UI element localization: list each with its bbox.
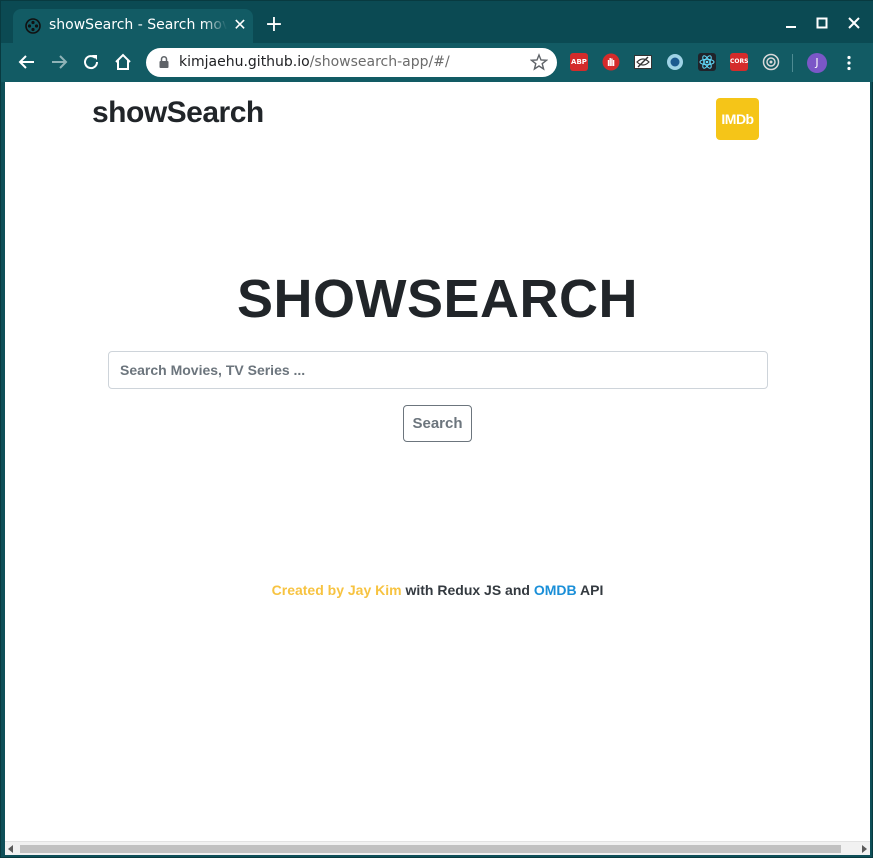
toolbar-divider <box>792 54 793 72</box>
page-viewport: showSearch IMDb SHOWSEARCH Search Create… <box>5 82 870 841</box>
home-icon[interactable] <box>112 51 134 73</box>
author-credit-link[interactable]: Created by Jay Kim <box>272 582 402 598</box>
browser-menu-icon[interactable] <box>839 53 859 73</box>
address-bar[interactable]: kimjaehu.github.io/showsearch-app/#/ <box>146 48 557 77</box>
film-reel-icon <box>25 18 41 34</box>
url-text[interactable]: kimjaehu.github.io/showsearch-app/#/ <box>179 54 450 70</box>
react-devtools-icon[interactable] <box>698 53 716 71</box>
new-tab-button[interactable]: + <box>263 14 285 36</box>
cors-icon[interactable]: CORS <box>730 53 748 71</box>
scroll-right-arrow-icon[interactable] <box>862 845 867 853</box>
circle-extension-icon[interactable] <box>666 53 684 71</box>
tab-active[interactable]: showSearch - Search movies and TV series… <box>13 9 253 43</box>
footer-credits: Created by Jay Kim with Redux JS and OMD… <box>5 582 870 598</box>
reload-icon[interactable] <box>80 51 102 73</box>
scroll-left-arrow-icon[interactable] <box>8 845 13 853</box>
target-extension-icon[interactable] <box>762 53 780 71</box>
browser-toolbar: kimjaehu.github.io/showsearch-app/#/ ABP <box>1 43 873 82</box>
back-arrow-icon[interactable] <box>16 51 38 73</box>
browser-window: showSearch - Search movies and TV series… <box>0 0 873 858</box>
eye-slash-icon[interactable] <box>634 53 652 71</box>
search-button[interactable]: Search <box>403 405 472 442</box>
tab-title: showSearch - Search movies and TV series <box>49 17 227 35</box>
forward-arrow-icon[interactable] <box>48 51 70 73</box>
brand-logo-link[interactable]: showSearch <box>92 96 264 130</box>
url-path: /showsearch-app/#/ <box>309 54 450 70</box>
tab-strip: showSearch - Search movies and TV series… <box>1 1 873 43</box>
close-window-icon[interactable] <box>842 11 866 35</box>
ublock-hand-icon[interactable] <box>602 53 620 71</box>
omdb-link[interactable]: OMDB <box>534 582 577 598</box>
tab-close-icon[interactable]: ✕ <box>231 16 249 34</box>
profile-avatar[interactable]: J <box>807 53 827 73</box>
scrollbar-thumb[interactable] <box>20 845 841 853</box>
hero-title: SHOWSEARCH <box>236 269 638 329</box>
maximize-icon[interactable] <box>810 11 834 35</box>
footer-text-middle: with Redux JS and <box>401 582 534 598</box>
imdb-link-button[interactable]: IMDb <box>716 98 759 140</box>
lock-icon[interactable] <box>157 55 171 69</box>
bookmark-star-icon[interactable] <box>530 53 548 71</box>
search-input[interactable] <box>108 351 768 389</box>
minimize-icon[interactable] <box>779 11 803 35</box>
footer-text-end: API <box>576 582 604 598</box>
url-host: kimjaehu.github.io <box>179 54 310 70</box>
adblock-plus-icon[interactable]: ABP <box>570 53 588 71</box>
horizontal-scrollbar[interactable] <box>5 841 870 855</box>
